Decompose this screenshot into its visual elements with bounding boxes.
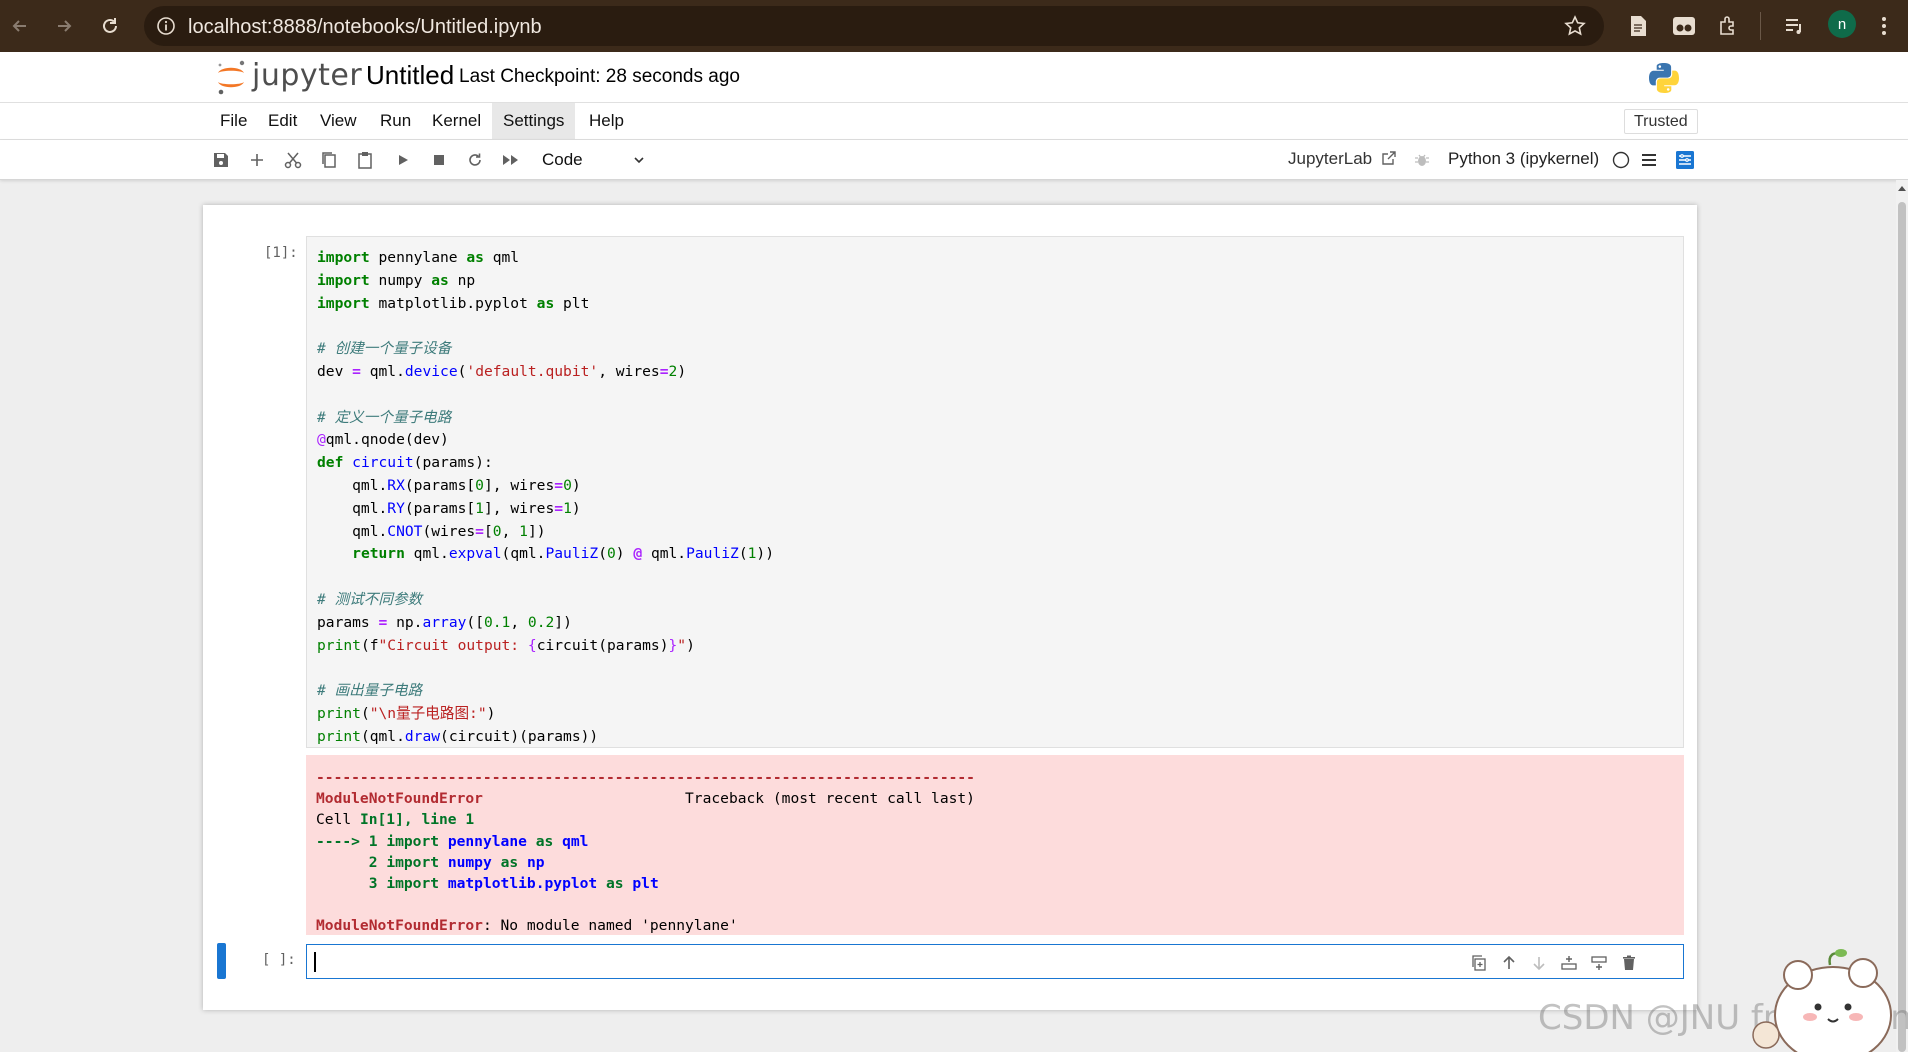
code-cell-input[interactable]: import pennylane as qml import numpy as … <box>306 236 1684 748</box>
reading-mode-icon[interactable] <box>1622 10 1654 42</box>
forward-icon[interactable] <box>50 12 78 40</box>
jupyter-wordmark: jupyter <box>252 58 363 93</box>
duplicate-cell-icon[interactable] <box>1467 951 1491 975</box>
incognito-extension-icon[interactable] <box>1668 10 1700 42</box>
jupyter-logo-icon[interactable] <box>214 56 248 96</box>
run-icon[interactable] <box>390 148 416 172</box>
stop-icon[interactable] <box>426 148 452 172</box>
error-output: ----------------------------------------… <box>306 755 1684 935</box>
menu-help[interactable]: Help <box>578 103 635 139</box>
page-scrollbar[interactable] <box>1896 180 1908 1052</box>
url-text: localhost:8888/notebooks/Untitled.ipynb <box>188 16 542 38</box>
copy-icon[interactable] <box>316 148 342 172</box>
open-jupyterlab-link[interactable]: JupyterLab <box>1288 149 1397 169</box>
property-inspector-icon[interactable] <box>1672 148 1698 172</box>
add-cell-icon[interactable] <box>244 148 270 172</box>
profile-avatar[interactable]: n <box>1828 10 1856 38</box>
jupyterlab-label: JupyterLab <box>1288 149 1373 168</box>
move-up-icon[interactable] <box>1497 951 1521 975</box>
mascot-sticker-icon <box>1748 935 1898 1052</box>
paste-icon[interactable] <box>352 148 378 172</box>
last-checkpoint: Last Checkpoint: 28 seconds ago <box>459 66 740 87</box>
restart-icon[interactable] <box>462 148 488 172</box>
cell-type-value: Code <box>542 150 583 169</box>
restart-run-all-icon[interactable] <box>498 148 524 172</box>
kernel-status-idle-icon <box>1608 148 1634 172</box>
chevron-down-icon <box>632 153 646 167</box>
trusted-indicator[interactable]: Trusted <box>1624 109 1698 134</box>
back-icon[interactable] <box>6 12 34 40</box>
toolbar-divider <box>1760 12 1761 40</box>
active-cell-indicator <box>217 943 226 979</box>
traceback-text: ----------------------------------------… <box>316 769 975 935</box>
cell-prompt: [1]: <box>264 245 298 261</box>
browser-toolbar: localhost:8888/notebooks/Untitled.ipynb … <box>0 0 1908 52</box>
save-icon[interactable] <box>208 148 234 172</box>
kernel-name[interactable]: Python 3 (ipykernel) <box>1448 149 1599 169</box>
code-source: import pennylane as qml import numpy as … <box>317 249 774 745</box>
menu-bar: File Edit View Run Kernel Settings Help … <box>0 103 1908 140</box>
scroll-up-icon[interactable] <box>1898 184 1906 192</box>
menu-file[interactable]: File <box>209 103 258 139</box>
cut-icon[interactable] <box>280 148 306 172</box>
python-logo-icon <box>1648 62 1680 94</box>
empty-code-cell-input[interactable] <box>306 944 1684 979</box>
notebook-toolbar: Code JupyterLab Python 3 (ipykernel) <box>0 140 1908 180</box>
address-bar[interactable]: localhost:8888/notebooks/Untitled.ipynb <box>144 6 1604 46</box>
menu-view[interactable]: View <box>309 103 368 139</box>
toc-menu-icon[interactable] <box>1636 148 1662 172</box>
insert-above-icon[interactable] <box>1557 951 1581 975</box>
text-caret <box>314 952 316 972</box>
debugger-bug-icon[interactable] <box>1409 148 1435 172</box>
extensions-icon[interactable] <box>1712 10 1744 42</box>
insert-below-icon[interactable] <box>1587 951 1611 975</box>
notebook-title[interactable]: Untitled <box>366 60 454 91</box>
cell-prompt-empty: [ ]: <box>262 952 296 968</box>
reload-icon[interactable] <box>96 12 124 40</box>
site-info-icon[interactable] <box>156 16 176 36</box>
media-queue-icon[interactable] <box>1778 10 1810 42</box>
bookmark-star-icon[interactable] <box>1564 15 1586 37</box>
scrollbar-thumb[interactable] <box>1898 202 1906 1052</box>
notebook-panel: [1]: import pennylane as qml import nump… <box>203 205 1697 1010</box>
move-down-icon[interactable] <box>1527 951 1551 975</box>
menu-run[interactable]: Run <box>369 103 422 139</box>
menu-kernel[interactable]: Kernel <box>421 103 492 139</box>
browser-menu-icon[interactable] <box>1868 10 1900 42</box>
menu-edit[interactable]: Edit <box>257 103 308 139</box>
delete-cell-icon[interactable] <box>1617 951 1641 975</box>
notebook-header: jupyter Untitled Last Checkpoint: 28 sec… <box>0 52 1908 103</box>
menu-settings[interactable]: Settings <box>492 103 576 139</box>
external-link-icon <box>1381 150 1397 166</box>
cell-type-select[interactable]: Code <box>542 147 648 173</box>
